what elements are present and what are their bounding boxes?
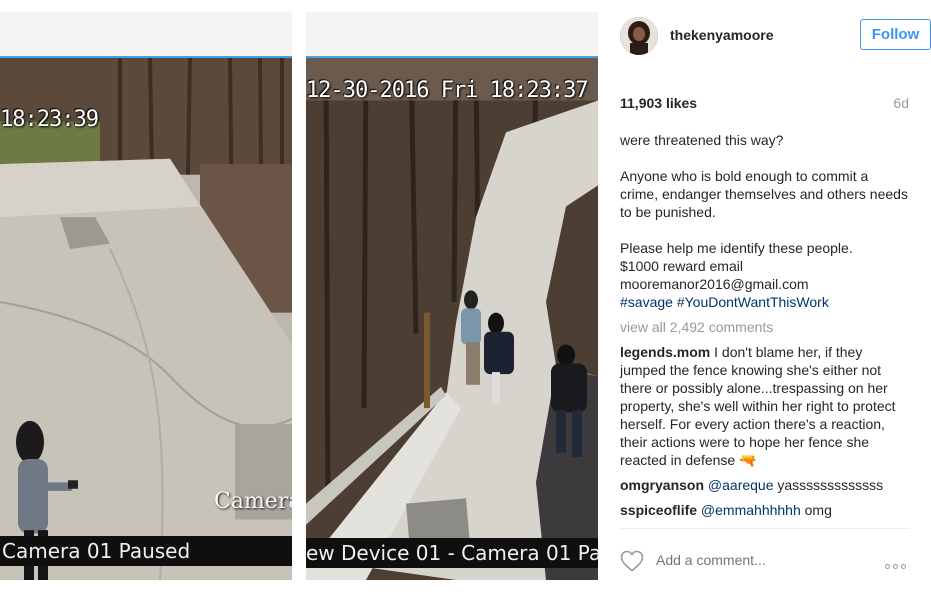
camera-watermark: Camera 0	[214, 489, 292, 514]
comment-text: omg	[804, 502, 832, 518]
comment-text: yasssssssssssss	[777, 477, 884, 493]
camera-frame-left: 18:23:39 Camera 0 Camera 01 Paused	[0, 12, 292, 580]
comment-mention[interactable]: @emmahhhhhh	[701, 502, 801, 518]
post-media[interactable]: 18:23:39 Camera 0 Camera 01 Paused	[0, 0, 598, 592]
view-all-comments-link[interactable]: view all 2,492 comments	[620, 318, 910, 336]
comment-item: legends.mom I don't blame her, if they j…	[620, 343, 910, 469]
camera-timestamp: 18:23:39	[0, 107, 99, 132]
camera-timestamp: 12-30-2016 Fri 18:23:37	[306, 78, 589, 103]
add-comment-input[interactable]	[656, 552, 856, 568]
comment-item: omgryanson @aareque yasssssssssssss	[620, 476, 910, 494]
comment-author[interactable]: omgryanson	[620, 477, 704, 493]
comment-author[interactable]: sspiceoflife	[620, 502, 697, 518]
avatar[interactable]	[620, 17, 658, 55]
comments-list[interactable]: were threatened this way? Anyone who is …	[620, 119, 910, 529]
camera-frame-right: 12-30-2016 Fri 18:23:37 ew Device 01 - C…	[306, 12, 598, 580]
post-time[interactable]: 6d	[893, 95, 909, 111]
username-link[interactable]: thekenyamoore	[670, 27, 773, 43]
caption-line: mooremanor2016@gmail.com	[620, 276, 809, 292]
driveway-scene-right	[306, 58, 598, 580]
more-options-icon[interactable]	[885, 556, 911, 569]
post-side-panel: thekenyamoore Follow 11,903 likes 6d wer…	[598, 0, 931, 592]
likes-count[interactable]: 11,903 likes	[620, 95, 697, 111]
hashtag-link[interactable]: #YouDontWantThisWork	[677, 294, 829, 310]
post-caption: were threatened this way? Anyone who is …	[620, 131, 910, 311]
comment-item: sspiceoflife @emmahhhhhh omg	[620, 501, 910, 519]
caption-line: Please help me identify these people.	[620, 240, 853, 256]
frame-top-band	[0, 12, 292, 58]
divider	[620, 528, 910, 529]
post-header: thekenyamoore Follow	[620, 15, 931, 57]
camera-status-bar: ew Device 01 - Camera 01 Pa	[306, 538, 598, 568]
comment-author[interactable]: legends.mom	[620, 344, 710, 360]
caption-paragraph: Anyone who is bold enough to commit a cr…	[620, 168, 908, 220]
comment-mention[interactable]: @aareque	[708, 477, 774, 493]
camera-status-bar: Camera 01 Paused	[0, 536, 292, 566]
heart-icon[interactable]	[620, 550, 644, 572]
follow-button[interactable]: Follow	[860, 19, 931, 50]
hashtag-link[interactable]: #savage	[620, 294, 673, 310]
caption-line: $1000 reward email	[620, 258, 743, 274]
caption-partial-line: were threatened this way?	[620, 132, 784, 148]
caption-hashtags: #savage #YouDontWantThisWork	[620, 293, 910, 311]
frame-top-band	[306, 12, 598, 58]
comment-text: I don't blame her, if they jumped the fe…	[620, 344, 896, 468]
